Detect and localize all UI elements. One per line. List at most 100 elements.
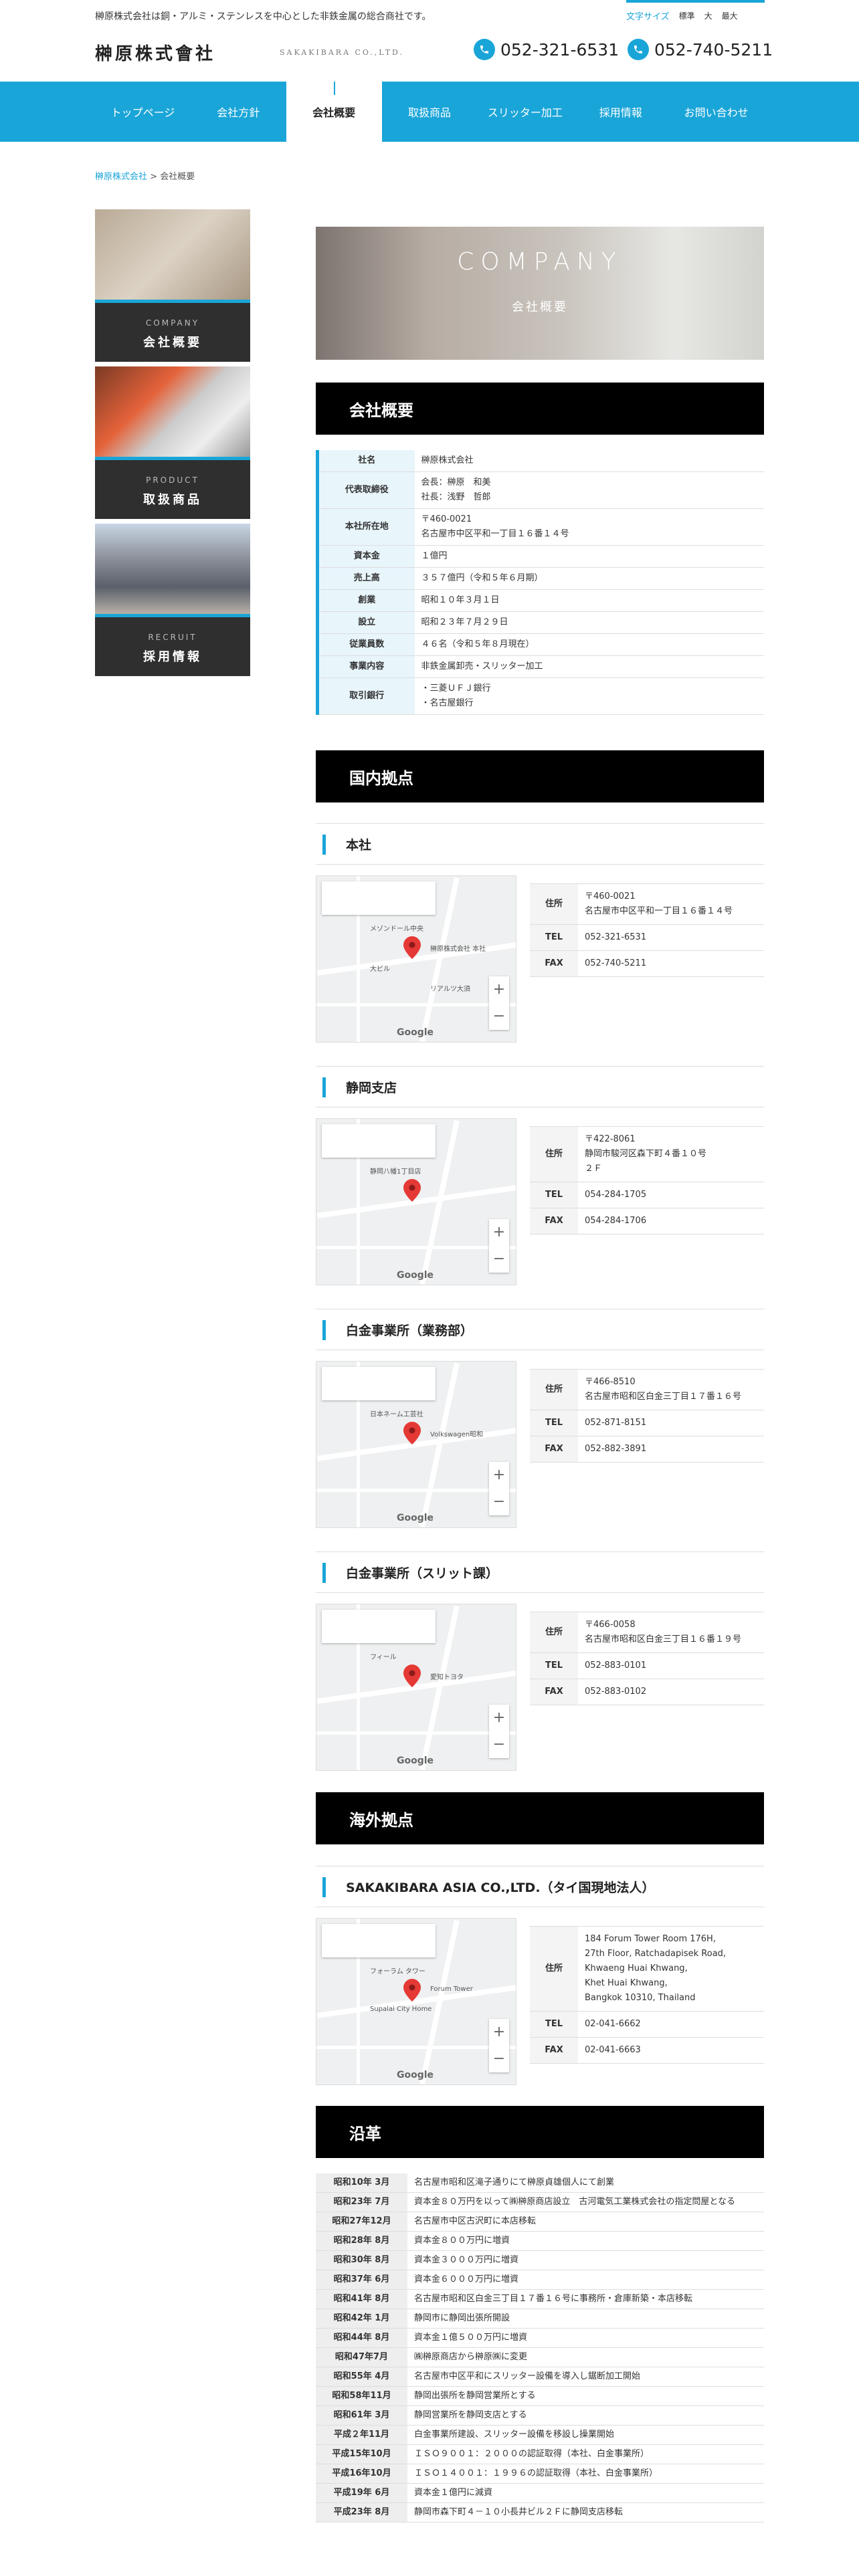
main-nav: トップページ 会社方針 会社概要 取扱商品 スリッター加工 採用情報 お問い合わ… [0,82,859,142]
map-place-label: メゾンドール中央 [370,926,423,933]
overview-value: 非鉄金属卸売・スリッター加工 [414,655,764,678]
history-row: 昭和55年 4月 名古屋市中区平和にスリッター設備を導入し鋸断加工開始 [316,2367,764,2387]
location-row: 住所 〒422-8061 静岡市駿河区森下町４番１０号 ２Ｆ [530,1126,764,1182]
zoom-in-icon[interactable]: + [489,1462,509,1489]
location-key: 住所 [530,1369,578,1410]
nav-policy[interactable]: 会社方針 [191,82,286,142]
sidebar-card-product[interactable]: PRODUCT 取扱商品 [95,366,250,519]
phone-icon [628,39,649,60]
overview-value: １億円 [414,545,764,568]
location-map[interactable]: 日本ネーム工芸社 Volkswagen昭和 + − Google [316,1361,516,1528]
map-zoom-control[interactable]: + − [489,1219,509,1273]
history-date: 昭和28年 8月 [316,2231,407,2251]
overview-row: 本社所在地 〒460-0021 名古屋市中区平和一丁目１６番１４号 [317,508,764,546]
zoom-in-icon[interactable]: + [489,1705,509,1731]
address-line: Khwaeng Huai Khwang, [585,1963,688,1973]
location-value: 02-041-6662 [578,2011,764,2038]
zoom-in-icon[interactable]: + [489,976,509,1003]
location-map[interactable]: メゾンドール中央 榊原株式会社 本社 大ビル リアルツ大須 + − Google [316,875,516,1043]
location-value: 184 Forum Tower Room 176H, 27th Floor, Ra… [578,1926,764,2012]
history-date: 昭和41年 8月 [316,2289,407,2309]
zoom-out-icon[interactable]: − [489,1246,509,1273]
overview-value-line: 榊原株式会社 [421,455,474,465]
overview-value: ４６名（令和５年８月現在） [414,633,764,656]
map-zoom-control[interactable]: + − [489,1705,509,1758]
map-zoom-control[interactable]: + − [489,2019,509,2072]
nav-recruit[interactable]: 採用情報 [573,82,668,142]
map-place-label: リアルツ大須 [430,986,470,993]
zoom-out-icon[interactable]: − [489,2046,509,2072]
google-logo: Google [397,1027,434,1038]
overview-value: 榊原株式会社 [414,450,764,472]
font-size-largest-button[interactable]: 最大 [722,10,738,21]
breadcrumb-home[interactable]: 榊原株式会社 [95,172,147,182]
history-event: 静岡営業所を静岡支店とする [407,2405,764,2426]
google-logo: Google [397,1270,434,1281]
zoom-out-icon[interactable]: − [489,1489,509,1515]
nav-top[interactable]: トップページ [95,82,191,142]
nav-slitter[interactable]: スリッター加工 [477,82,573,142]
sidebar-card-company[interactable]: COMPANY 会社概要 [95,209,250,362]
phone-icon [474,39,495,60]
history-event: ㈱榊原商店から榊原㈱に変更 [407,2347,764,2367]
sidebar-card-recruit[interactable]: RECRUIT 採用情報 [95,524,250,676]
location-map[interactable]: 静岡八幡1丁目店 + − Google [316,1118,516,1285]
zoom-in-icon[interactable]: + [489,2019,509,2046]
overview-row: 設立 昭和２３年７月２９日 [317,611,764,634]
map-info-card [322,1124,436,1158]
location-row: FAX 052-882-3891 [530,1436,764,1463]
location-row: TEL 02-041-6662 [530,2011,764,2038]
phone-1[interactable]: 052-321-6531 [474,39,619,60]
phone-2[interactable]: 052-740-5211 [628,39,773,60]
address-line: 名古屋市中区平和一丁目１６番１４号 [585,906,733,916]
overview-key: 取引銀行 [317,677,415,715]
location-name: 本社 [346,837,372,853]
address-line: 〒460-0021 [585,891,636,901]
history-event: 資本金３０００万円に増資 [407,2250,764,2270]
history-event: ＩＳＯ９００１：２０００の認証取得（本社、白金事業所） [407,2444,764,2464]
location-map[interactable]: フォーラム タワー Forum Tower Supalai City Home + − G… [316,1918,516,2085]
history-date: 平成23年 8月 [316,2502,407,2523]
google-logo: Google [397,1513,434,1523]
overview-row: 資本金 １億円 [317,545,764,568]
section-title-overseas: 海外拠点 [316,1792,764,1844]
overview-value: 会長：榊原 和美 社長：浅野 哲郎 [414,471,764,509]
zoom-out-icon[interactable]: − [489,1003,509,1030]
history-date: 昭和37年 6月 [316,2270,407,2290]
nav-contact[interactable]: お問い合わせ [668,82,764,142]
zoom-out-icon[interactable]: − [489,1731,509,1758]
address-line: ２Ｆ [585,1164,603,1174]
overview-key: 本社所在地 [317,508,415,546]
overview-row: 代表取締役 会長：榊原 和美 社長：浅野 哲郎 [317,471,764,509]
map-info-card [322,1924,436,1957]
location-key: 住所 [530,1126,578,1182]
location-key: TEL [530,1182,578,1208]
location-row: FAX 052-740-5211 [530,950,764,977]
map-zoom-control[interactable]: + − [489,1462,509,1515]
location-map[interactable]: フィール 愛知トヨタ + − Google [316,1604,516,1771]
location-row: 住所 〒466-0058 名古屋市昭和区白金三丁目１６番１９号 [530,1612,764,1653]
zoom-in-icon[interactable]: + [489,1219,509,1246]
map-place-label: Volkswagen昭和 [430,1431,484,1438]
nav-company[interactable]: 会社概要 [286,82,382,142]
hero-title-ja: 会社概要 [512,300,568,314]
history-row: 平成２年11月 白金事業所建設、スリッター設備を移設し操業開始 [316,2425,764,2445]
nav-products[interactable]: 取扱商品 [382,82,478,142]
location-key: FAX [530,1436,578,1463]
history-row: 昭和61年 3月 静岡営業所を静岡支店とする [316,2405,764,2426]
map-zoom-control[interactable]: + − [489,976,509,1030]
location-key: 住所 [530,1612,578,1653]
history-row: 平成15年10月 ＩＳＯ９００１：２０００の認証取得（本社、白金事業所） [316,2444,764,2464]
font-size-large-button[interactable]: 大 [704,10,712,21]
history-event: 静岡出張所を静岡営業所とする [407,2386,764,2406]
history-event: 静岡市に静岡出張所開設 [407,2309,764,2329]
history-row: 昭和10年 3月 名古屋市昭和区滝子通りにて榊原貞雄個人にて創業 [316,2173,764,2193]
font-size-standard-button[interactable]: 標準 [679,10,695,21]
location-key: FAX [530,2037,578,2064]
company-logo-en: SAKAKIBARA CO.,LTD. [280,48,404,57]
history-date: 平成15年10月 [316,2444,407,2464]
address-line: 〒466-8510 [585,1377,636,1387]
location-row: FAX 052-883-0102 [530,1679,764,1705]
company-logo[interactable]: 榊原株式會社 [95,40,215,65]
history-row: 平成23年 8月 静岡市森下町４－１０小長井ビル２Ｆに静岡支店移転 [316,2502,764,2523]
